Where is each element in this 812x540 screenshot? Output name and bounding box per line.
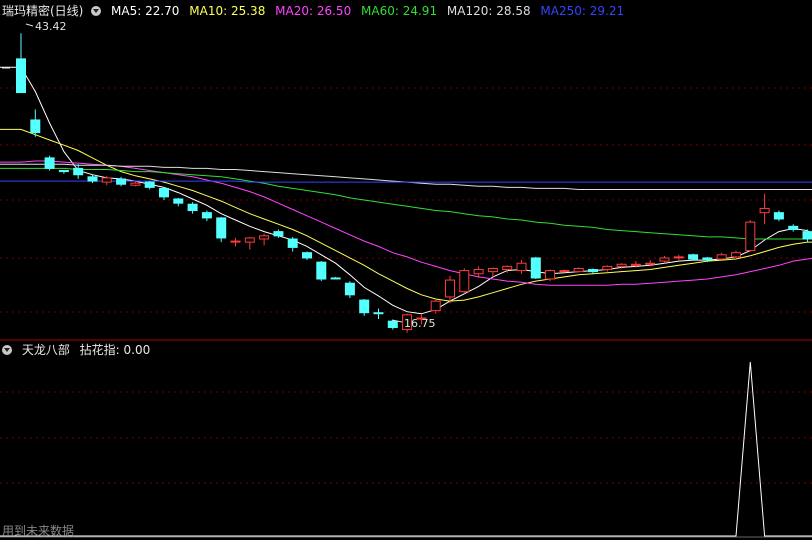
ma10-label: MA10: 25.38: [189, 4, 266, 18]
sub-panel-header: 天龙八部 拈花指: 0.00: [2, 343, 156, 357]
main-panel-header: 瑞玛精密(日线) MA5: 22.70 MA10: 25.38 MA20: 26…: [2, 4, 630, 18]
ma20-label: MA20: 26.50: [275, 4, 352, 18]
ma250-label: MA250: 29.21: [540, 4, 625, 18]
candle[interactable]: [344, 282, 355, 296]
candle[interactable]: [73, 167, 84, 176]
candle[interactable]: [630, 263, 641, 266]
grid-lines: [0, 87, 812, 538]
candle[interactable]: [673, 256, 684, 259]
ma60-label: MA60: 24.91: [361, 4, 438, 18]
ma5-line: [0, 66, 812, 315]
candle[interactable]: [144, 181, 155, 188]
candle[interactable]: [216, 217, 227, 239]
candle[interactable]: [745, 221, 756, 252]
candle[interactable]: [116, 178, 127, 185]
high-price-label: 43.42: [35, 20, 67, 33]
candle[interactable]: [230, 240, 241, 243]
candle[interactable]: [430, 300, 441, 312]
candle[interactable]: [602, 265, 613, 271]
candle[interactable]: [773, 212, 784, 220]
candle[interactable]: [716, 254, 727, 260]
candle[interactable]: [545, 270, 556, 280]
candle[interactable]: [30, 119, 41, 134]
candle[interactable]: [702, 257, 713, 261]
candle[interactable]: [130, 182, 141, 186]
indicator-value: 拈花指: 0.00: [79, 343, 151, 357]
candle[interactable]: [788, 225, 799, 231]
candle[interactable]: [759, 207, 770, 214]
indicator-settings-button[interactable]: [2, 345, 12, 355]
candle[interactable]: [516, 262, 527, 272]
candle[interactable]: [802, 231, 812, 240]
candle[interactable]: [101, 177, 112, 183]
future-data-text: 用到未来数据: [2, 524, 75, 538]
indicator-name[interactable]: 天龙八部: [22, 343, 70, 357]
moving-average-lines: [0, 66, 812, 315]
candle[interactable]: [244, 237, 255, 243]
future-data-warning: 用到未来数据: [2, 524, 80, 538]
candle[interactable]: [588, 269, 598, 273]
ma120-line: [0, 163, 812, 190]
indicator-polyline: [0, 361, 812, 537]
candle[interactable]: [387, 320, 398, 328]
price-labels: 43.42 16.75: [2, 20, 436, 330]
candle[interactable]: [16, 58, 26, 94]
candle[interactable]: [459, 270, 470, 293]
candle[interactable]: [445, 279, 455, 298]
candle[interactable]: [731, 252, 741, 258]
candle[interactable]: [58, 170, 69, 173]
candle[interactable]: [173, 198, 184, 204]
candle[interactable]: [659, 257, 670, 262]
ma-settings-button[interactable]: [91, 6, 102, 16]
candle[interactable]: [688, 254, 699, 260]
indicator-line: [0, 361, 812, 537]
stock-title: 瑞玛精密(日线): [2, 4, 84, 18]
ma120-label: MA120: 28.58: [446, 4, 531, 18]
candle[interactable]: [616, 263, 627, 267]
candle[interactable]: [359, 299, 370, 314]
candle[interactable]: [259, 235, 270, 240]
candle[interactable]: [487, 267, 498, 273]
candle[interactable]: [502, 265, 513, 271]
candle[interactable]: [87, 176, 98, 182]
candle[interactable]: [44, 157, 55, 169]
candle[interactable]: [373, 312, 384, 315]
high-marker: [25, 23, 34, 27]
candle[interactable]: [316, 261, 327, 280]
ma5-label: MA5: 22.70: [111, 4, 180, 18]
candle[interactable]: [187, 203, 198, 212]
candle[interactable]: [302, 252, 312, 259]
low-price-label: 16.75: [404, 317, 436, 330]
candle[interactable]: [530, 257, 541, 279]
candle[interactable]: [273, 231, 284, 237]
candle[interactable]: [330, 277, 341, 280]
candle[interactable]: [287, 238, 298, 248]
ma10-line: [0, 128, 812, 302]
candle[interactable]: [473, 269, 484, 275]
candle[interactable]: [201, 212, 212, 219]
candle[interactable]: [159, 187, 169, 198]
candle[interactable]: [559, 270, 570, 273]
candle[interactable]: [645, 262, 656, 265]
candle[interactable]: [573, 267, 584, 273]
stock-chart[interactable]: 43.42 16.75: [0, 0, 812, 540]
